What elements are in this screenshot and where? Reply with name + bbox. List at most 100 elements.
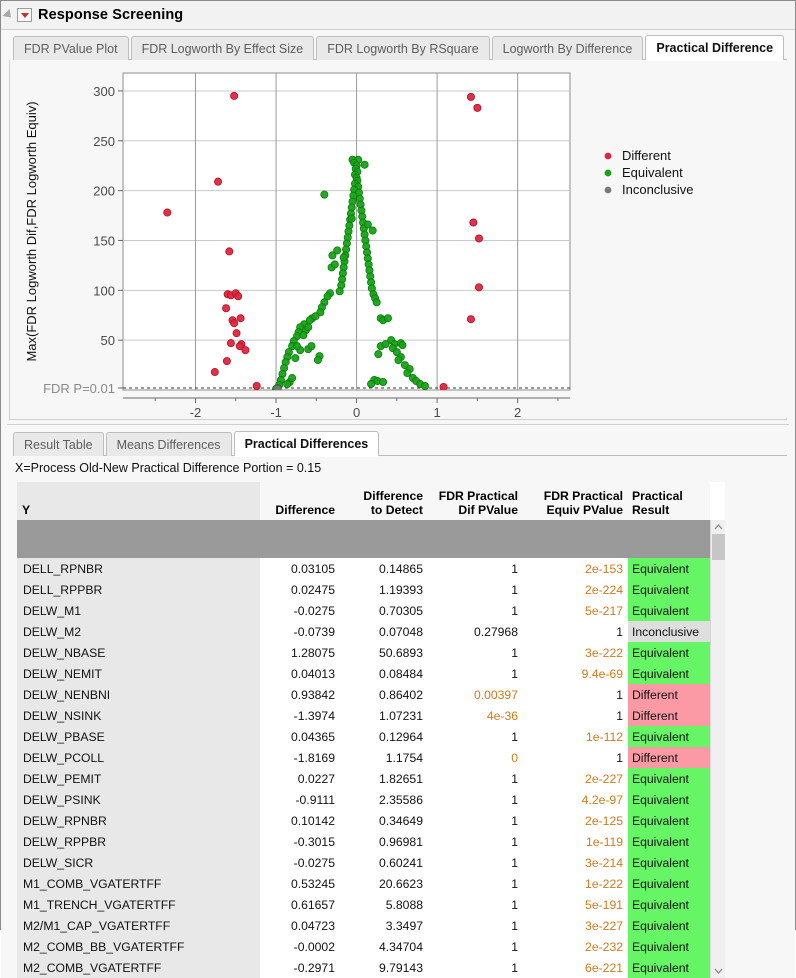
table-row[interactable]: DELW_PSINK-0.91112.3558614.2e-97Equivale… <box>17 789 710 810</box>
data-point[interactable] <box>475 235 482 242</box>
tab-practical-differences[interactable]: Practical Differences <box>234 431 380 456</box>
table-row[interactable]: DELL_RPPBR0.024751.1939312e-224Equivalen… <box>17 579 710 600</box>
column-header-fdr-practical-dif-pvalue[interactable]: FDR Practical Dif PValue <box>428 482 523 520</box>
data-point[interactable] <box>369 227 376 234</box>
chevron-up-icon[interactable] <box>711 520 725 534</box>
chevron-down-icon[interactable] <box>711 964 725 978</box>
table-row[interactable]: M1_COMB_VGATERTFF0.5324520.662311e-222Eq… <box>17 873 710 894</box>
data-point[interactable] <box>474 104 481 111</box>
data-point[interactable] <box>395 356 402 363</box>
data-point[interactable] <box>237 315 244 322</box>
cell-fdr-practical-dif-pvalue: 1 <box>428 600 523 621</box>
data-point[interactable] <box>305 324 312 331</box>
data-point[interactable] <box>421 382 428 389</box>
data-point[interactable] <box>467 316 474 323</box>
data-point[interactable] <box>289 374 296 381</box>
table-row[interactable]: DELW_PBASE0.043650.1296411e-112Equivalen… <box>17 726 710 747</box>
tab-fdr-logworth-by-rsquare[interactable]: FDR Logworth By RSquare <box>316 36 489 60</box>
column-header-fdr-practical-equiv-pvalue[interactable]: FDR Practical Equiv PValue <box>523 482 628 520</box>
data-point[interactable] <box>214 178 221 185</box>
data-point[interactable] <box>440 383 447 390</box>
data-point[interactable] <box>227 340 234 347</box>
data-point[interactable] <box>223 357 230 364</box>
column-header-difference-to-detect[interactable]: Difference to Detect <box>340 482 428 520</box>
data-point[interactable] <box>373 299 380 306</box>
table-vertical-scrollbar[interactable] <box>710 520 725 978</box>
table-row[interactable]: DELW_PEMIT0.02271.8265112e-227Equivalent <box>17 768 710 789</box>
table-row[interactable]: DELW_NEMIT0.040130.0848419.4e-69Equivale… <box>17 663 710 684</box>
triangle-disclosure-icon[interactable] <box>2 9 14 21</box>
data-point[interactable] <box>375 351 382 358</box>
red-triangle-menu-icon[interactable] <box>17 8 32 22</box>
data-point[interactable] <box>470 219 477 226</box>
data-point[interactable] <box>222 305 229 312</box>
table-row[interactable]: DELW_M1-0.02750.7030515e-217Equivalent <box>17 600 710 621</box>
tab-fdr-logworth-by-effect-size[interactable]: FDR Logworth By Effect Size <box>131 36 315 60</box>
data-point[interactable] <box>253 382 260 389</box>
scrollbar-thumb[interactable] <box>712 534 725 560</box>
data-point[interactable] <box>292 355 299 362</box>
data-point[interactable] <box>384 315 391 322</box>
column-header-difference[interactable]: Difference <box>260 482 340 520</box>
data-point[interactable] <box>329 252 336 259</box>
data-point[interactable] <box>231 320 238 327</box>
data-point[interactable] <box>380 378 387 385</box>
cell-difference: 1.28075 <box>260 642 340 663</box>
data-point[interactable] <box>233 330 240 337</box>
table-row[interactable]: M2_COMB_VGATERTFF-0.29719.7914316e-221Eq… <box>17 957 710 978</box>
tab-result-table[interactable]: Result Table <box>13 432 104 456</box>
data-point[interactable] <box>467 93 474 100</box>
data-point[interactable] <box>226 248 233 255</box>
col-equivpv-line2: Equiv PValue <box>528 503 623 517</box>
data-point[interactable] <box>340 254 347 261</box>
table-row[interactable]: M2/M1_CAP_VGATERTFF0.047233.349713e-227E… <box>17 915 710 936</box>
data-point[interactable] <box>367 380 374 387</box>
data-point[interactable] <box>242 347 249 354</box>
cell-difference-to-detect: 0.12964 <box>340 726 428 747</box>
data-point[interactable] <box>314 356 321 363</box>
table-row[interactable]: DELW_NSINK-1.39741.072314e-361Different <box>17 705 710 726</box>
data-point[interactable] <box>211 368 218 375</box>
legend-label[interactable]: Equivalent <box>622 165 683 180</box>
legend-marker[interactable] <box>605 170 612 177</box>
scatter-plot[interactable]: 50100150200250300FDR P=0.01Max(FDR Logwo… <box>10 60 788 418</box>
column-header-y[interactable]: Y <box>17 482 260 520</box>
legend-marker[interactable] <box>605 187 612 194</box>
table-row[interactable]: DELW_RPPBR-0.30150.9698111e-119Equivalen… <box>17 831 710 852</box>
data-point[interactable] <box>382 341 389 348</box>
legend-label[interactable]: Inconclusive <box>622 182 694 197</box>
tab-fdr-pvalue-plot[interactable]: FDR PValue Plot <box>13 36 129 60</box>
data-point[interactable] <box>399 342 406 349</box>
data-point[interactable] <box>361 161 368 168</box>
data-point[interactable] <box>475 284 482 291</box>
tab-means-differences[interactable]: Means Differences <box>106 432 232 456</box>
data-point[interactable] <box>164 209 171 216</box>
col-difpv-line2: Dif PValue <box>433 503 518 517</box>
data-point[interactable] <box>231 92 238 99</box>
table-row[interactable]: M1_TRENCH_VGATERTFF0.616575.808815e-191E… <box>17 894 710 915</box>
table-row[interactable]: M2_COMB_BB_VGATERTFF-0.00024.3470412e-23… <box>17 936 710 957</box>
table-row[interactable]: DELL_RPNBR0.031050.1486512e-153Equivalen… <box>17 558 710 579</box>
legend-marker[interactable] <box>605 153 612 160</box>
table-row[interactable]: DELW_RPNBR0.101420.3464912e-125Equivalen… <box>17 810 710 831</box>
tab-practical-difference[interactable]: Practical Difference <box>645 35 784 60</box>
legend-label[interactable]: Different <box>622 148 671 163</box>
tab-logworth-by-difference[interactable]: Logworth By Difference <box>492 36 644 60</box>
data-point[interactable] <box>293 343 300 350</box>
data-point[interactable] <box>312 313 319 320</box>
column-header-practical-result[interactable]: Practical Result <box>628 482 710 520</box>
table-row[interactable]: DELW_SICR-0.02750.6024113e-214Equivalent <box>17 852 710 873</box>
table-row[interactable]: DELW_NENBNI0.938420.864020.003971Differe… <box>17 684 710 705</box>
data-point[interactable] <box>321 191 328 198</box>
table-row[interactable]: DELW_M2-0.07390.070480.279681Inconclusiv… <box>17 621 710 642</box>
table-row[interactable]: DELW_NBASE1.2807550.689313e-222Equivalen… <box>17 642 710 663</box>
data-point[interactable] <box>235 293 242 300</box>
data-point[interactable] <box>331 261 338 268</box>
data-point[interactable] <box>336 288 343 295</box>
table-row[interactable]: DELW_PCOLL-1.81691.175401Different <box>17 747 710 768</box>
data-point[interactable] <box>348 215 355 222</box>
data-point[interactable] <box>300 332 307 339</box>
data-point[interactable] <box>284 380 291 387</box>
data-point[interactable] <box>308 343 315 350</box>
data-point[interactable] <box>364 221 371 228</box>
